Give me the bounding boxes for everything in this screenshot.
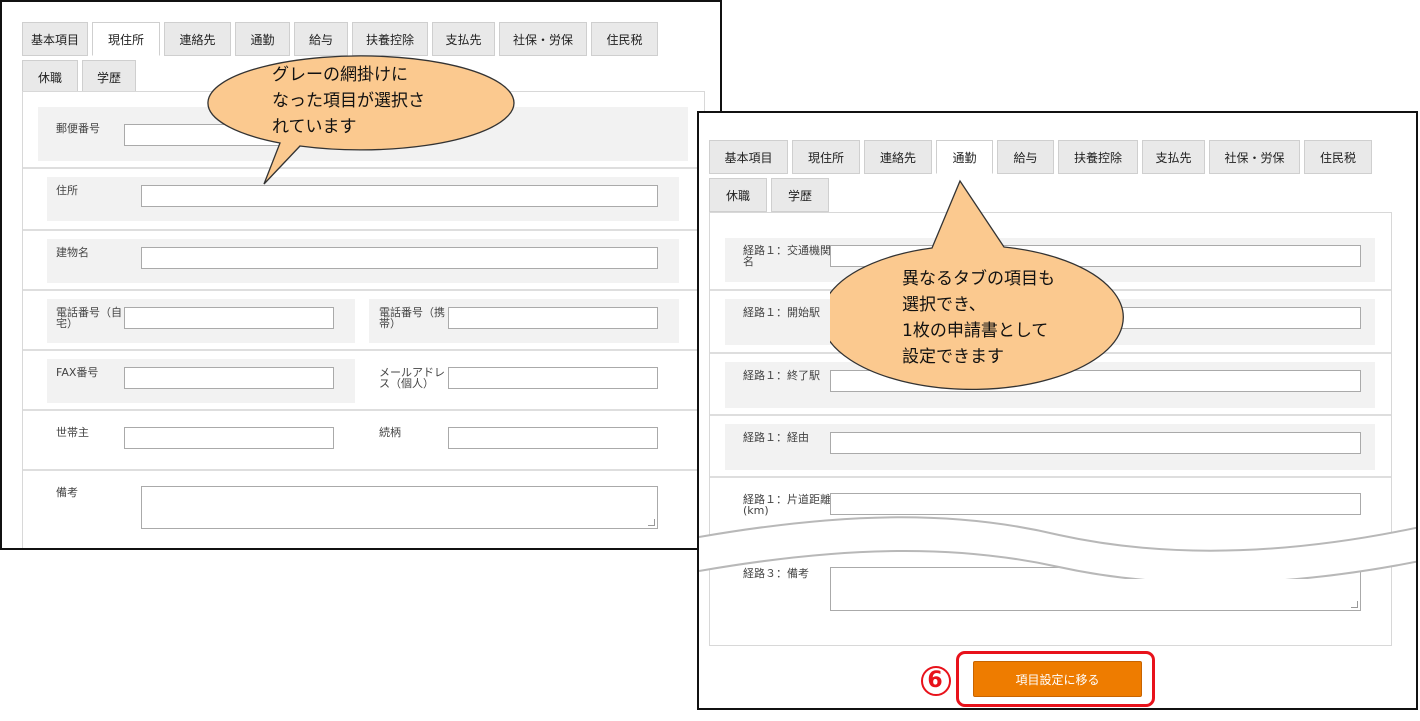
label-route1-end: 経路１：終了駅 [743, 369, 820, 382]
tab-leave[interactable]: 休職 [709, 178, 767, 212]
label-postal-code: 郵便番号 [56, 122, 100, 135]
label-householder: 世帯主 [56, 426, 89, 439]
tab-leave[interactable]: 休職 [22, 60, 78, 94]
callout-right-line1: 異なるタブの項目も [902, 269, 1055, 289]
tab-insurance[interactable]: 社保・労保 [1209, 140, 1300, 174]
label-route1-start: 経路１：開始駅 [743, 306, 820, 319]
callout-right-line2: 選択でき、 [902, 295, 986, 315]
tab-basic[interactable]: 基本項目 [709, 140, 788, 174]
callout-left-line3: れています [272, 117, 357, 137]
go-to-item-settings-button[interactable]: 項目設定に移る [973, 661, 1142, 697]
tab-education[interactable]: 学歴 [82, 60, 136, 94]
label-route1-via: 経路１：経由 [743, 431, 809, 444]
tab-dependent[interactable]: 扶養控除 [1058, 140, 1138, 174]
phone-mobile-input[interactable] [448, 307, 658, 329]
tab-basic[interactable]: 基本項目 [22, 22, 88, 56]
label-fax: FAX番号 [56, 366, 99, 379]
tab-address[interactable]: 現住所 [792, 140, 860, 174]
content-break-wave [699, 516, 1416, 579]
tab-commute[interactable]: 通勤 [936, 140, 993, 174]
callout-right-line3: 1枚の申請書として [902, 321, 1049, 341]
step-number-label: 6 [927, 667, 943, 693]
form-row-building: 建物名 [23, 231, 704, 291]
form-row-fax: FAX番号 メールアドレス（個人） [23, 351, 704, 411]
householder-input[interactable] [124, 427, 334, 449]
form-row-route1-via: 経路１：経由 [710, 416, 1391, 478]
remarks-textarea[interactable] [141, 486, 658, 529]
label-phone-mobile: 電話番号（携帯） [379, 306, 445, 330]
tab-education[interactable]: 学歴 [771, 178, 829, 212]
tab-resident-tax[interactable]: 住民税 [591, 22, 658, 56]
phone-home-input[interactable] [124, 307, 334, 329]
tab-payee[interactable]: 支払先 [1142, 140, 1205, 174]
form-row-remarks: 備考 [23, 471, 704, 548]
route1-via-input[interactable] [830, 432, 1361, 454]
label-phone-home: 電話番号（自宅） [56, 306, 122, 330]
tab-salary[interactable]: 給与 [997, 140, 1054, 174]
callout-right-line4: 設定できます [902, 347, 1004, 367]
callout-left-line2: なった項目が選択さ [272, 91, 425, 111]
relationship-input[interactable] [448, 427, 658, 449]
label-address: 住所 [56, 184, 78, 197]
form-row-householder: 世帯主 続柄 [23, 411, 704, 471]
form-row-phone: 電話番号（自宅） 電話番号（携帯） [23, 291, 704, 351]
tab-contact[interactable]: 連絡先 [864, 140, 932, 174]
label-remarks: 備考 [56, 486, 78, 499]
email-personal-input[interactable] [448, 367, 658, 389]
callout-left-line1: グレーの網掛けに [272, 65, 408, 85]
tab-address[interactable]: 現住所 [92, 22, 160, 56]
label-relationship: 続柄 [379, 426, 401, 439]
label-building: 建物名 [56, 246, 89, 259]
label-route1-transport: 経路１：交通機関名 [743, 244, 831, 268]
label-email-personal: メールアドレス（個人） [379, 366, 445, 390]
building-input[interactable] [141, 247, 658, 269]
tab-resident-tax[interactable]: 住民税 [1304, 140, 1372, 174]
fax-input[interactable] [124, 367, 334, 389]
